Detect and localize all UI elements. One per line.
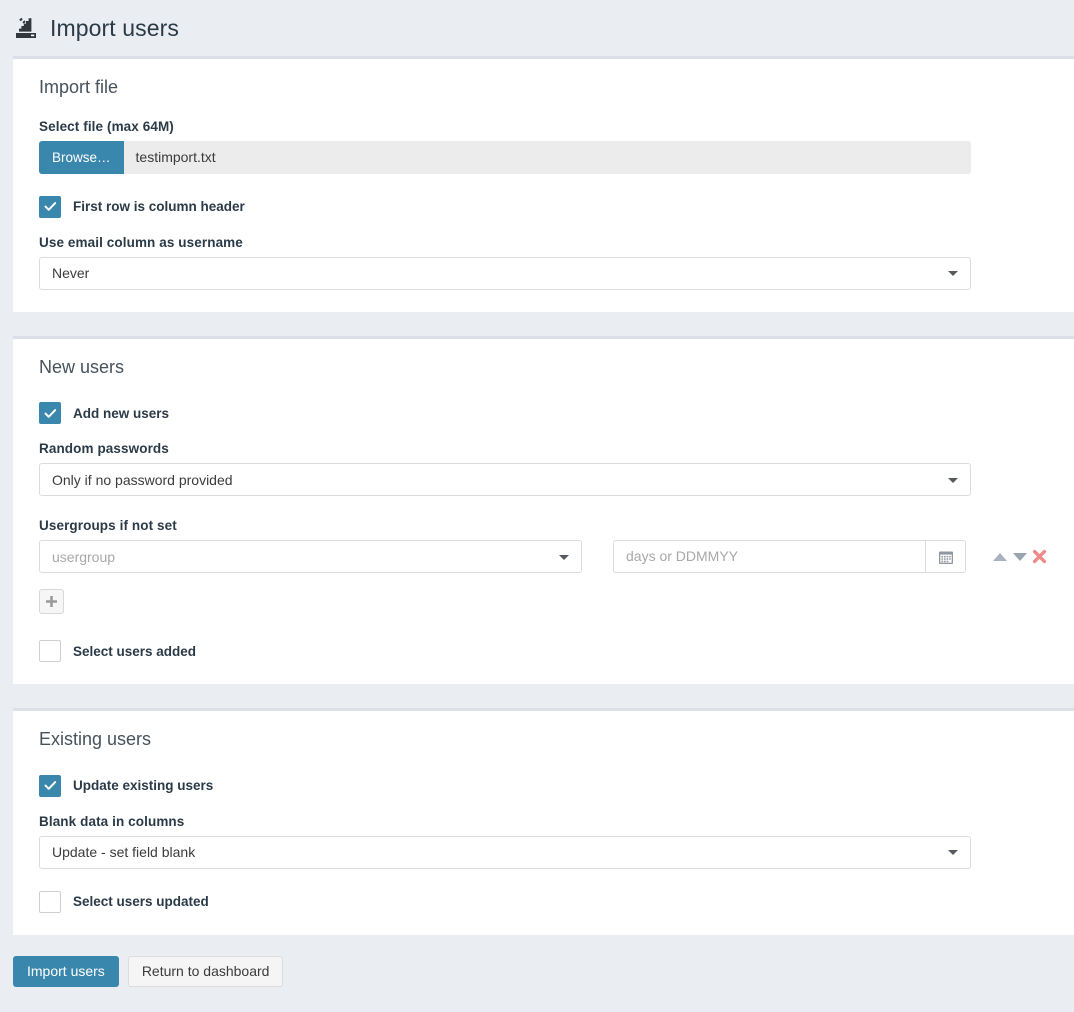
existing-users-heading: Existing users — [39, 729, 152, 750]
selected-file-name: testimport.txt — [123, 140, 971, 174]
browse-button[interactable]: Browse… — [39, 140, 124, 174]
random-passwords-select[interactable]: Only if no password provided — [39, 463, 971, 497]
update-existing-users-row[interactable]: Update existing users — [39, 774, 1048, 797]
import-file-heading: Import file — [39, 77, 119, 97]
form-actions: Import users Return to dashboard — [0, 935, 1074, 987]
plus-icon — [46, 596, 57, 608]
add-new-users-row[interactable]: Add new users — [39, 402, 1048, 425]
select-users-updated-label[interactable]: Select users updated — [73, 894, 209, 909]
usergroup-placeholder: usergroup — [52, 548, 116, 565]
select-users-updated-row[interactable]: Select users updated — [39, 890, 1048, 913]
select-users-added-label[interactable]: Select users added — [73, 644, 196, 659]
add-usergroup-row-button[interactable] — [39, 589, 64, 615]
panel-new-users: New users Add new users Random passwords… — [13, 335, 1074, 685]
new-users-heading: New users — [39, 356, 125, 377]
import-users-button[interactable]: Import users — [13, 955, 119, 987]
chevron-down-icon — [948, 477, 958, 483]
usergroup-row: usergroup days or DDMMYY — [39, 540, 1048, 574]
page-title: Import users — [50, 14, 180, 41]
select-file-label: Select file (max 64M) — [39, 118, 174, 134]
email-username-select[interactable]: Never — [39, 256, 971, 290]
usergroups-label: Usergroups if not set — [39, 518, 177, 534]
blank-data-select[interactable]: Update - set field blank — [39, 835, 971, 869]
chevron-down-icon — [948, 271, 958, 277]
select-users-added-checkbox[interactable] — [39, 640, 61, 663]
page-header: Import users — [0, 0, 1074, 56]
blank-data-value: Update - set field blank — [52, 844, 196, 861]
random-passwords-value: Only if no password provided — [52, 471, 233, 488]
first-row-header-checkbox[interactable] — [39, 195, 61, 218]
email-username-value: Never — [52, 265, 90, 282]
calendar-icon — [938, 551, 953, 564]
import-users-icon — [16, 17, 36, 38]
first-row-header-label[interactable]: First row is column header — [73, 199, 245, 214]
update-existing-users-checkbox[interactable] — [39, 774, 61, 797]
duration-field-group: days or DDMMYY — [613, 540, 966, 574]
select-users-added-row[interactable]: Select users added — [39, 640, 1048, 663]
blank-data-label: Blank data in columns — [39, 813, 185, 829]
first-row-header-row[interactable]: First row is column header — [39, 195, 1048, 218]
row-tools — [991, 548, 1048, 565]
panel-import-file: Import file Select file (max 64M) Browse… — [13, 56, 1074, 312]
select-users-updated-checkbox[interactable] — [39, 890, 61, 913]
file-picker[interactable]: Browse… testimport.txt — [39, 140, 971, 174]
arrow-up-icon — [992, 552, 1007, 561]
update-existing-users-label[interactable]: Update existing users — [73, 778, 213, 793]
add-new-users-checkbox[interactable] — [39, 402, 61, 425]
remove-x-icon — [1032, 550, 1047, 564]
usergroup-select[interactable]: usergroup — [39, 540, 582, 574]
duration-input[interactable]: days or DDMMYY — [613, 540, 925, 574]
return-to-dashboard-button[interactable]: Return to dashboard — [127, 955, 284, 987]
arrow-down-icon — [1012, 552, 1027, 561]
move-row-down-button[interactable] — [1011, 548, 1028, 565]
move-row-up-button[interactable] — [991, 548, 1008, 565]
chevron-down-icon — [948, 850, 958, 856]
email-username-label: Use email column as username — [39, 234, 243, 250]
remove-row-button[interactable] — [1031, 548, 1048, 565]
panel-existing-users: Existing users Update existing users Bla… — [13, 708, 1074, 935]
random-passwords-label: Random passwords — [39, 441, 169, 457]
calendar-button[interactable] — [925, 540, 966, 574]
chevron-down-icon — [559, 554, 569, 560]
add-new-users-label[interactable]: Add new users — [73, 406, 169, 421]
